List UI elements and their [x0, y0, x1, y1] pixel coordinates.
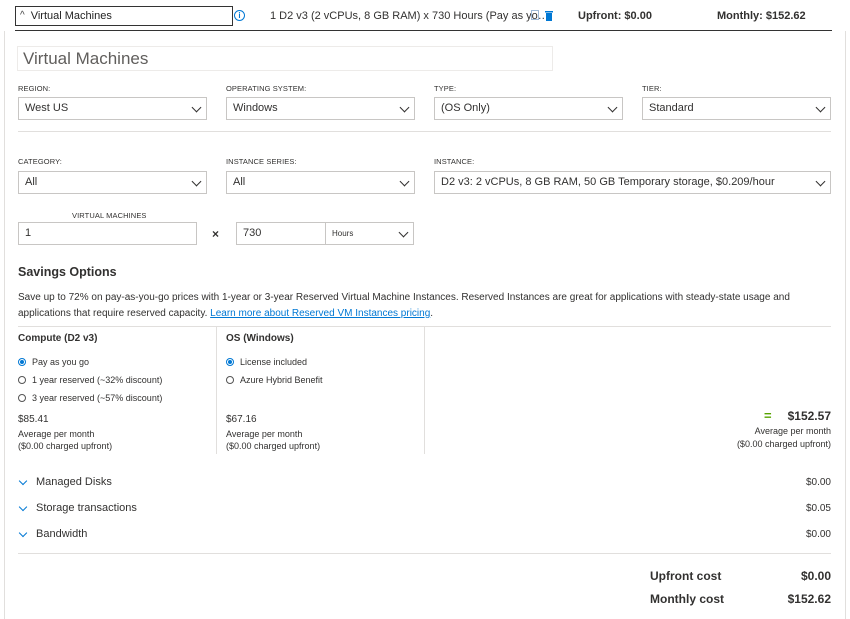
instance-series-select[interactable]: All [226, 171, 415, 194]
header-monthly-cost: Monthly: $152.62 [717, 10, 806, 22]
instance-label: INSTANCE: [434, 157, 475, 166]
section-label: Storage transactions [36, 502, 137, 514]
column-divider [424, 327, 425, 454]
chevron-down-icon [815, 102, 826, 113]
instance-select[interactable]: D2 v3: 2 vCPUs, 8 GB RAM, 50 GB Temporar… [434, 171, 831, 194]
total-avg-label: Average per month [754, 426, 831, 436]
multiply-icon: × [212, 227, 220, 241]
compute-avg-label: Average per month [18, 429, 95, 439]
category-select[interactable]: All [18, 171, 207, 194]
chevron-up-icon: ^ [20, 9, 25, 21]
chevron-down-icon [191, 102, 202, 113]
managed-disks-cost: $0.00 [805, 477, 831, 488]
radio-icon [18, 394, 26, 402]
monthly-cost-value: $152.62 [787, 592, 831, 606]
chevron-down-icon [815, 176, 826, 187]
chevron-down-icon [607, 102, 618, 113]
os-price: $67.16 [226, 414, 257, 425]
azure-hybrid-benefit-radio[interactable]: Azure Hybrid Benefit [226, 375, 323, 385]
savings-heading: Savings Options [18, 265, 117, 279]
radio-label: Azure Hybrid Benefit [240, 375, 323, 385]
upfront-cost-label: Upfront cost [650, 569, 722, 583]
os-select[interactable]: Windows [226, 97, 415, 120]
total-upfront-label: ($0.00 charged upfront) [736, 439, 831, 449]
storage-transactions-expander[interactable]: Storage transactions [18, 502, 137, 514]
radio-label: License included [240, 357, 308, 367]
tier-value: Standard [649, 102, 694, 114]
region-select[interactable]: West US [18, 97, 207, 120]
radio-icon [18, 376, 26, 384]
category-label: CATEGORY: [18, 157, 62, 166]
service-name-input: Virtual Machines [30, 10, 112, 22]
radio-label: Pay as you go [32, 357, 90, 367]
managed-disks-expander[interactable]: Managed Disks [18, 476, 112, 488]
storage-transactions-cost: $0.05 [805, 503, 831, 514]
hours-input[interactable]: 730 [236, 222, 326, 245]
instance-value: D2 v3: 2 vCPUs, 8 GB RAM, 50 GB Temporar… [441, 176, 775, 188]
monthly-cost-label: Monthly cost [650, 592, 724, 606]
type-label: TYPE: [434, 84, 457, 93]
vm-count-label: VIRTUAL MACHINES [72, 211, 147, 220]
os-upfront-label: ($0.00 charged upfront) [226, 441, 321, 451]
one-year-reserved-radio[interactable]: 1 year reserved (~32% discount) [18, 375, 162, 385]
pay-as-you-go-radio[interactable]: Pay as you go [18, 357, 89, 367]
link-suffix: . [430, 308, 434, 319]
os-heading: OS (Windows) [226, 333, 294, 344]
type-value: (OS Only) [441, 102, 490, 114]
radio-icon [226, 376, 234, 384]
bandwidth-expander[interactable]: Bandwidth [18, 528, 88, 540]
chevron-down-icon [399, 176, 410, 187]
chevron-down-icon [18, 502, 28, 511]
radio-selected-icon [18, 358, 26, 366]
compute-upfront-label: ($0.00 charged upfront) [18, 441, 113, 451]
radio-label: 3 year reserved (~57% discount) [32, 393, 163, 403]
copy-icon[interactable] [531, 10, 539, 20]
radio-label: 1 year reserved (~32% discount) [32, 375, 163, 385]
equals-icon: = [764, 408, 772, 423]
chevron-down-icon [18, 476, 28, 485]
column-divider [216, 327, 217, 454]
chevron-down-icon [398, 227, 409, 238]
header-upfront-cost: Upfront: $0.00 [578, 10, 652, 22]
type-select[interactable]: (OS Only) [434, 97, 623, 120]
bandwidth-cost: $0.00 [805, 529, 831, 540]
page-title[interactable]: Virtual Machines [17, 46, 553, 71]
os-label: OPERATING SYSTEM: [226, 84, 307, 93]
series-value: All [233, 176, 246, 188]
service-summary: 1 D2 v3 (2 vCPUs, 8 GB RAM) x 730 Hours … [270, 10, 549, 22]
os-avg-label: Average per month [226, 429, 303, 439]
chevron-down-icon [399, 102, 410, 113]
series-label: INSTANCE SERIES: [226, 157, 297, 166]
compute-price: $85.41 [18, 414, 49, 425]
vm-count-input[interactable]: 1 [18, 222, 197, 245]
savings-description: Save up to 72% on pay-as-you-go prices w… [18, 290, 833, 322]
savings-total-price: $152.57 [787, 409, 831, 423]
three-year-reserved-radio[interactable]: 3 year reserved (~57% discount) [18, 393, 162, 403]
service-toggle[interactable]: ^ Virtual Machines [15, 6, 233, 26]
delete-icon[interactable] [545, 10, 553, 21]
reserved-instances-link[interactable]: Learn more about Reserved VM Instances p… [210, 308, 430, 319]
upfront-cost-value: $0.00 [800, 569, 831, 583]
hours-unit-select[interactable]: Hours [325, 222, 414, 245]
chevron-down-icon [18, 528, 28, 537]
license-included-radio[interactable]: License included [226, 357, 307, 367]
radio-selected-icon [226, 358, 234, 366]
tier-select[interactable]: Standard [642, 97, 831, 120]
section-label: Managed Disks [36, 476, 112, 488]
os-value: Windows [233, 102, 278, 114]
tier-label: TIER: [642, 84, 662, 93]
region-label: REGION: [18, 84, 51, 93]
region-value: West US [25, 102, 69, 114]
hours-unit-value: Hours [332, 229, 354, 238]
divider [18, 131, 831, 132]
category-value: All [25, 176, 38, 188]
compute-heading: Compute (D2 v3) [18, 333, 98, 344]
info-icon[interactable]: i [234, 10, 245, 21]
chevron-down-icon [191, 176, 202, 187]
divider [18, 553, 831, 554]
section-label: Bandwidth [36, 528, 88, 540]
